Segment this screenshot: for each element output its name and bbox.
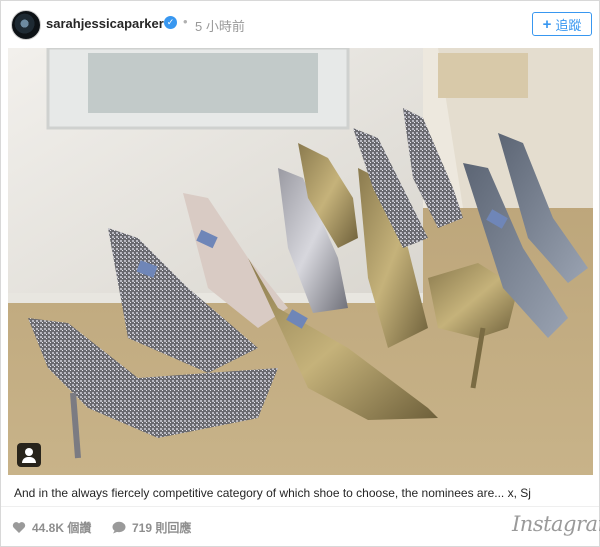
instagram-logo[interactable]: Instagram <box>512 512 600 536</box>
comments-count[interactable]: 719 則回應 <box>112 519 191 536</box>
post-header: sarahjessicaparker ✓ • 5 小時前 + 追蹤 <box>1 1 599 47</box>
person-tag-icon[interactable] <box>17 443 41 467</box>
separator-dot: • <box>183 14 188 29</box>
post-footer: 44.8K 個讚 719 則回應 Instagram <box>1 507 600 546</box>
username-link[interactable]: sarahjessicaparker <box>46 16 164 31</box>
likes-label: 44.8K 個讚 <box>32 521 92 535</box>
follow-label: 追蹤 <box>555 17 582 33</box>
speech-bubble-icon <box>112 521 126 534</box>
likes-count[interactable]: 44.8K 個讚 <box>12 519 91 536</box>
heart-icon <box>12 522 26 533</box>
avatar[interactable] <box>11 10 41 40</box>
post-timestamp[interactable]: 5 小時前 <box>195 16 245 35</box>
instagram-post-card: sarahjessicaparker ✓ • 5 小時前 + 追蹤 And in… <box>0 0 600 547</box>
verified-badge-icon: ✓ <box>164 16 177 29</box>
follow-button[interactable]: + 追蹤 <box>532 12 592 36</box>
plus-icon: + <box>542 15 552 33</box>
post-caption: And in the always fiercely competitive c… <box>14 486 531 500</box>
comments-label: 719 則回應 <box>132 521 192 535</box>
post-photo[interactable] <box>8 48 593 475</box>
shoes-photo-illustration <box>8 48 593 475</box>
